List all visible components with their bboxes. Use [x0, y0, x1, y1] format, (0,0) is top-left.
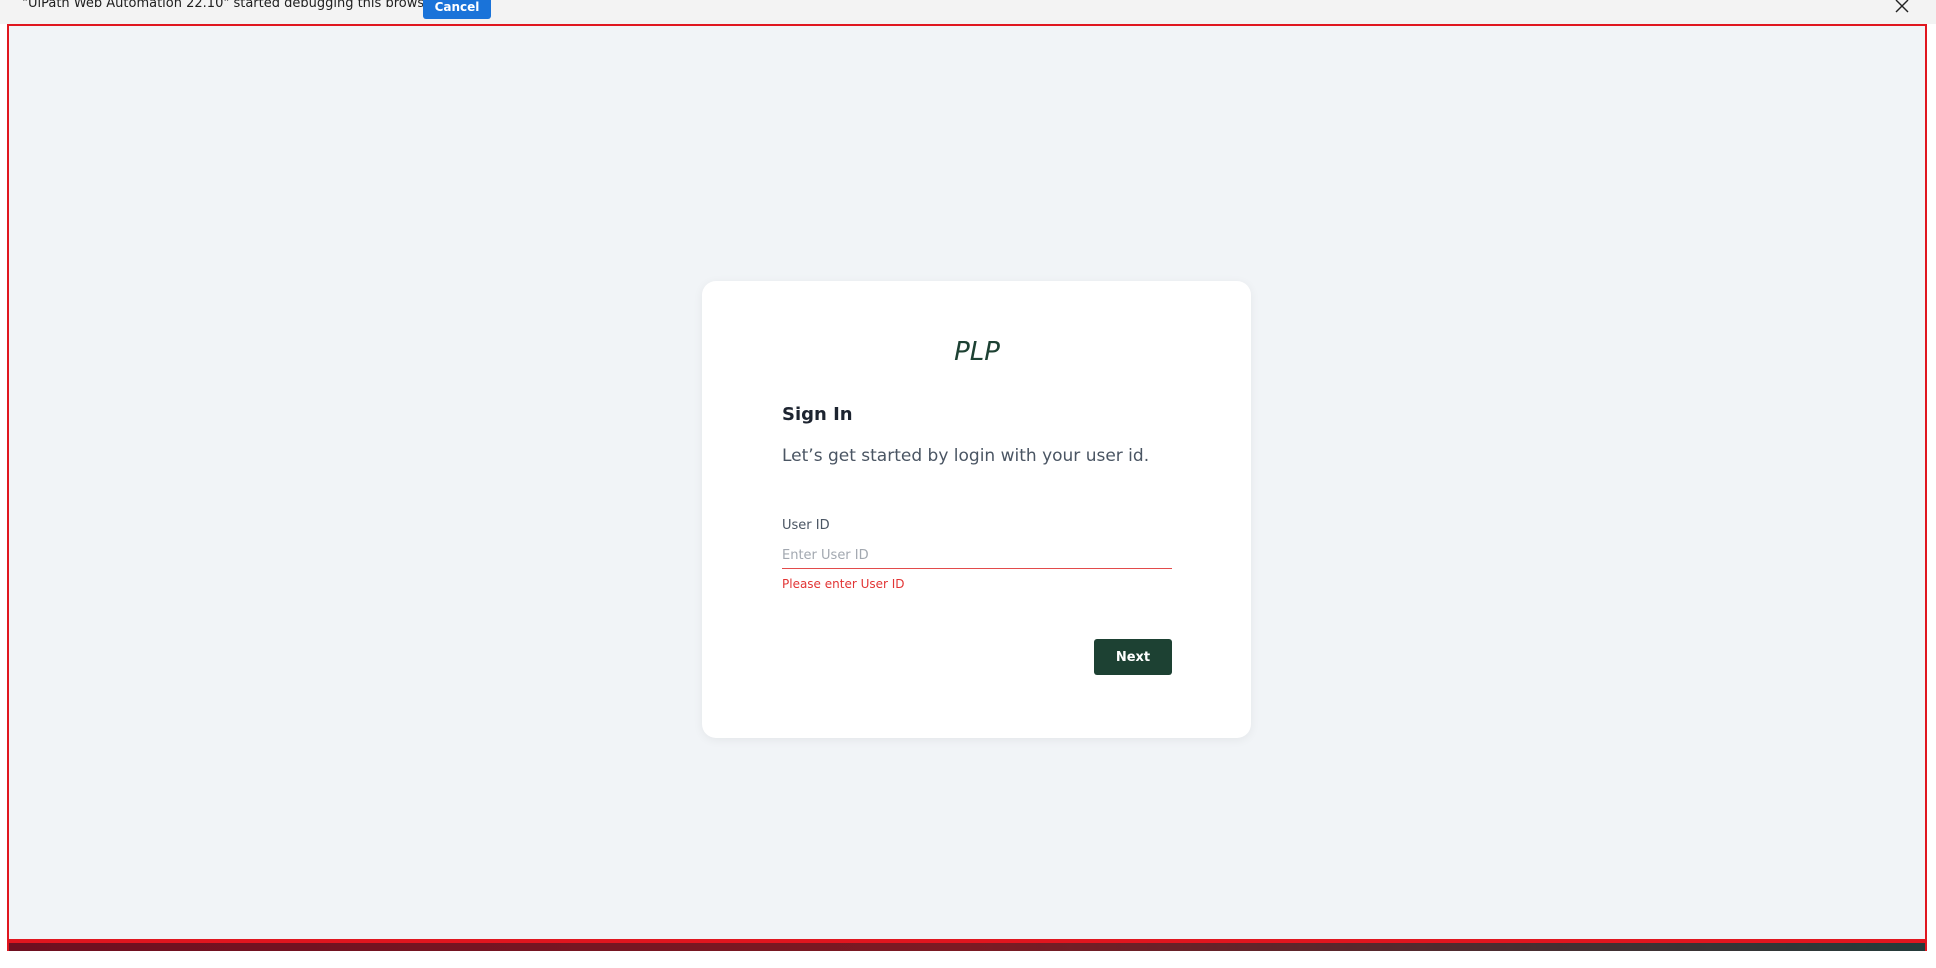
- user-id-label: User ID: [782, 518, 830, 533]
- plp-logo: PLP: [939, 337, 1015, 367]
- page-title: Sign In: [782, 404, 853, 425]
- debug-message: "UiPath Web Automation 22.10" started de…: [22, 0, 438, 11]
- page-subtitle: Let’s get started by login with your use…: [782, 446, 1150, 466]
- highlight-bottom-edge: [7, 941, 1927, 943]
- plp-logo-text: PLP: [954, 337, 1000, 367]
- close-icon[interactable]: [1890, 0, 1914, 18]
- user-id-input[interactable]: [782, 542, 1172, 569]
- page-viewport: PLP Sign In Let’s get started by login w…: [7, 24, 1927, 941]
- user-id-error: Please enter User ID: [782, 577, 905, 591]
- sign-in-card: PLP Sign In Let’s get started by login w…: [702, 281, 1251, 738]
- next-button[interactable]: Next: [1094, 639, 1172, 675]
- cancel-debug-button[interactable]: Cancel: [423, 0, 491, 19]
- debug-infobar: "UiPath Web Automation 22.10" started de…: [0, 0, 1936, 24]
